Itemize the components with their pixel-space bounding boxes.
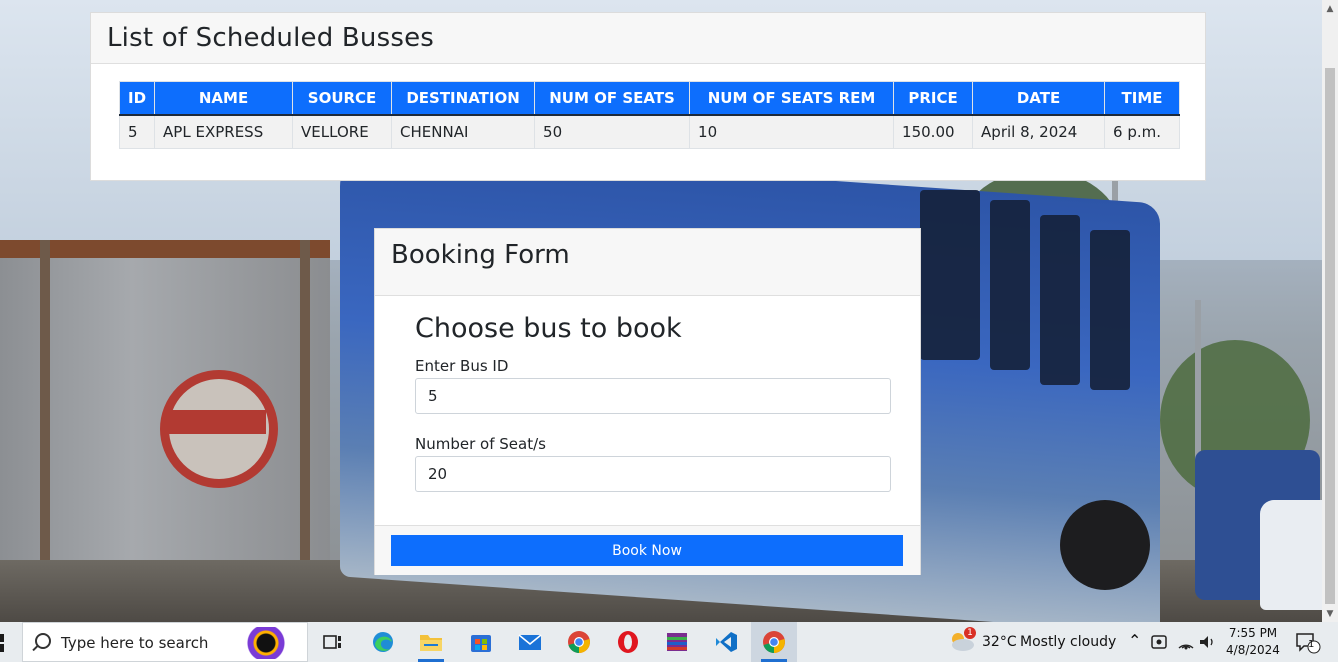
- cell-source: VELLORE: [292, 114, 393, 149]
- cell-price: 150.00: [893, 114, 974, 149]
- booking-form-title: Booking Form: [391, 240, 570, 270]
- taskbar-search-box[interactable]: Type here to search: [22, 622, 308, 662]
- column-header-price: PRICE: [893, 81, 974, 116]
- file-explorer-icon[interactable]: [418, 630, 444, 654]
- bus-id-input[interactable]: [415, 378, 891, 414]
- mail-icon[interactable]: [517, 630, 543, 654]
- background-bus-window: [1090, 230, 1130, 390]
- bus-id-label: Enter Bus ID: [415, 357, 509, 375]
- background-bus-wheel: [1060, 500, 1150, 590]
- tray-chevron-up-icon[interactable]: ⌃: [1128, 631, 1141, 650]
- background-logo-bar: [166, 410, 266, 434]
- cell-id: 5: [118, 114, 156, 149]
- booking-form-subtitle: Choose bus to book: [415, 313, 682, 344]
- booking-form-card: Booking Form Choose bus to book Enter Bu…: [374, 228, 921, 575]
- column-header-time: TIME: [1104, 81, 1181, 116]
- clock-date: 4/8/2024: [1226, 643, 1280, 657]
- wifi-icon[interactable]: [1176, 633, 1196, 651]
- opera-icon[interactable]: [615, 630, 641, 654]
- cell-num-seats: 50: [534, 114, 691, 149]
- scroll-up-arrow-icon[interactable]: ▲: [1322, 0, 1338, 16]
- chrome-active-icon[interactable]: [761, 630, 787, 654]
- taskbar-clock[interactable]: 7:55 PM 4/8/2024: [1226, 625, 1280, 659]
- bus-list-title: List of Scheduled Busses: [107, 23, 435, 53]
- clock-time: 7:55 PM: [1228, 626, 1278, 640]
- notification-count: 1: [1308, 639, 1315, 650]
- microsoft-store-icon[interactable]: [468, 630, 494, 654]
- book-now-button[interactable]: Book Now: [391, 535, 903, 566]
- cell-destination: CHENNAI: [391, 114, 536, 149]
- scroll-thumb[interactable]: [1325, 68, 1335, 604]
- booking-form-header: Booking Form: [375, 229, 920, 296]
- search-highlight-eclipse-icon: [231, 627, 301, 659]
- weather-temperature[interactable]: 32°C: [982, 634, 1017, 650]
- booking-form-footer: Book Now: [375, 525, 920, 575]
- background-car: [1260, 500, 1322, 610]
- taskbar-search-placeholder: Type here to search: [61, 634, 209, 652]
- seats-label: Number of Seat/s: [415, 435, 546, 453]
- column-header-destination: DESTINATION: [391, 81, 536, 116]
- background-bus-window: [920, 190, 980, 360]
- seats-input[interactable]: [415, 456, 891, 492]
- column-header-num-seats-rem: NUM OF SEATS REM: [689, 81, 895, 116]
- windows-start-icon[interactable]: [0, 634, 10, 652]
- background-wall-post: [300, 240, 310, 600]
- background-bus-window: [1040, 215, 1080, 385]
- task-view-icon[interactable]: [320, 630, 346, 654]
- bus-table: ID NAME SOURCE DESTINATION NUM OF SEATS …: [118, 81, 1181, 149]
- weather-badge: 1: [964, 627, 976, 639]
- background-bus-window: [990, 200, 1030, 370]
- vscode-icon[interactable]: [713, 630, 739, 654]
- weather-description[interactable]: Mostly cloudy: [1020, 634, 1116, 650]
- column-header-source: SOURCE: [292, 81, 393, 116]
- winrar-icon[interactable]: [664, 630, 690, 654]
- table-row: 5 APL EXPRESS VELLORE CHENNAI 50 10 150.…: [118, 114, 1181, 149]
- background-wall-post: [40, 240, 50, 600]
- search-icon: [35, 633, 51, 649]
- cell-name: APL EXPRESS: [154, 114, 294, 149]
- column-header-id: ID: [118, 81, 156, 116]
- scroll-down-arrow-icon[interactable]: ▼: [1322, 606, 1338, 622]
- cell-time: 6 p.m.: [1104, 114, 1181, 149]
- table-header-row: ID NAME SOURCE DESTINATION NUM OF SEATS …: [118, 81, 1181, 116]
- edge-browser-icon[interactable]: [370, 630, 396, 654]
- page-scrollbar[interactable]: ▲ ▼: [1322, 0, 1338, 622]
- volume-icon[interactable]: [1198, 633, 1218, 651]
- column-header-name: NAME: [154, 81, 294, 116]
- column-header-date: DATE: [972, 81, 1106, 116]
- taskbar: Type here to search 1 32°C Mostly cloudy…: [0, 622, 1338, 662]
- background-pole: [1195, 300, 1201, 470]
- cell-date: April 8, 2024: [972, 114, 1106, 149]
- cell-num-seats-rem: 10: [689, 114, 895, 149]
- bus-list-header: List of Scheduled Busses: [91, 13, 1205, 64]
- chrome-icon[interactable]: [566, 630, 592, 654]
- column-header-num-seats: NUM OF SEATS: [534, 81, 691, 116]
- bus-list-card: List of Scheduled Busses ID NAME SOURCE …: [90, 12, 1206, 181]
- meet-now-icon[interactable]: [1150, 633, 1170, 651]
